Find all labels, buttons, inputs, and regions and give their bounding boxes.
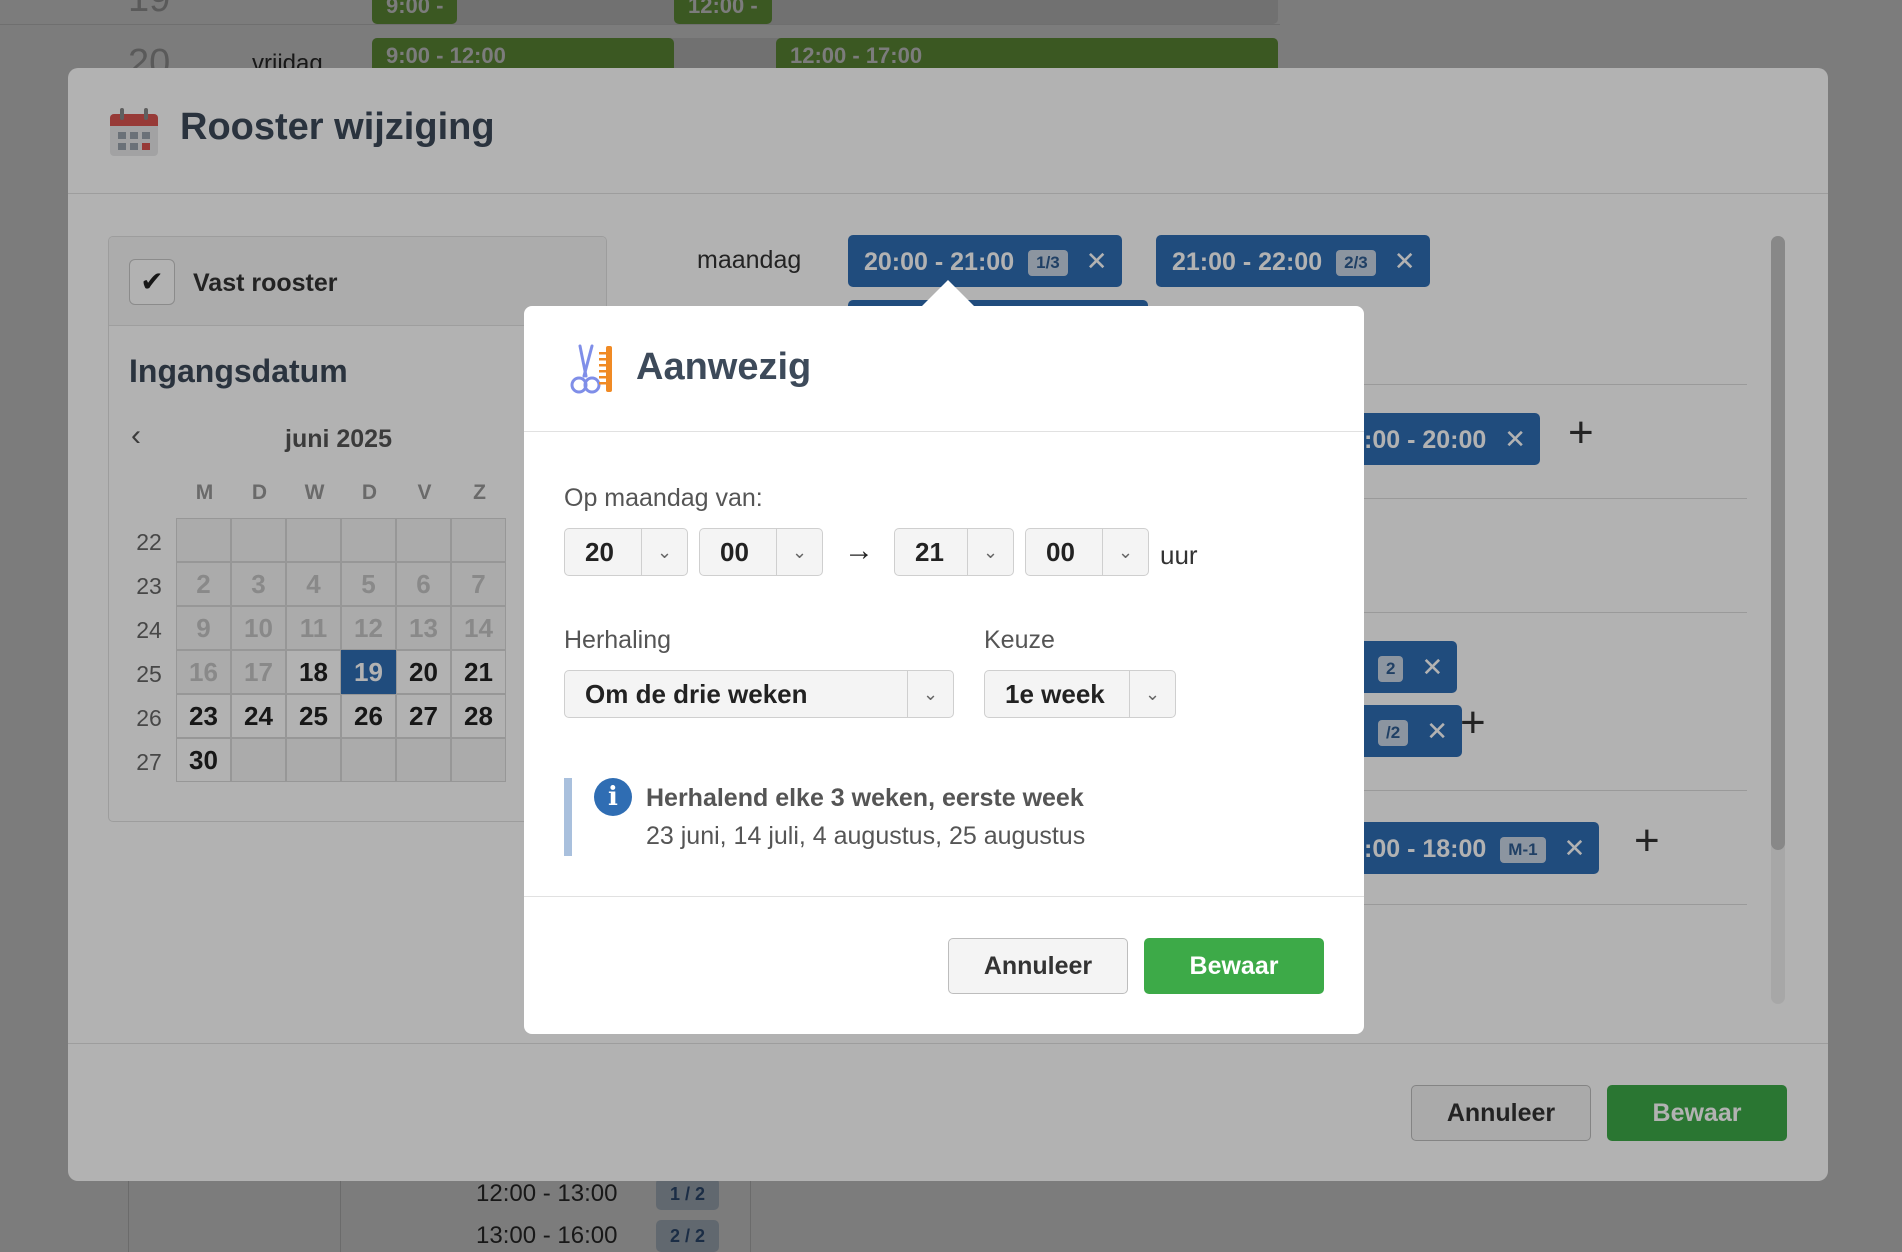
chevron-down-icon: ⌄ bbox=[1129, 671, 1175, 717]
repeat-select[interactable]: Om de drie weken ⌄ bbox=[564, 670, 954, 718]
popup-cancel-button[interactable]: Annuleer bbox=[948, 938, 1128, 994]
scissors-comb-icon bbox=[570, 344, 612, 394]
select-value: 20 bbox=[585, 537, 614, 567]
chevron-down-icon: ⌄ bbox=[776, 529, 822, 575]
popup-title: Aanwezig bbox=[636, 346, 812, 388]
select-value: 00 bbox=[1046, 537, 1075, 567]
end-minute-select[interactable]: 00 ⌄ bbox=[1025, 528, 1149, 576]
repeat-label: Herhaling bbox=[564, 626, 672, 654]
repeat-info-box: i Herhalend elke 3 weken, eerste week 23… bbox=[564, 778, 1304, 856]
info-title: Herhalend elke 3 weken, eerste week bbox=[646, 784, 1084, 812]
select-value: Om de drie weken bbox=[585, 679, 808, 709]
from-label: Op maandag van: bbox=[564, 484, 763, 512]
select-value: 21 bbox=[915, 537, 944, 567]
attendance-popup: Aanwezig Op maandag van: 20 ⌄ 00 ⌄ → 21 … bbox=[524, 280, 1364, 1034]
popup-pointer bbox=[922, 280, 974, 306]
popup-save-button[interactable]: Bewaar bbox=[1144, 938, 1324, 994]
select-value: 1e week bbox=[1005, 679, 1105, 709]
start-minute-select[interactable]: 00 ⌄ bbox=[699, 528, 823, 576]
unit-label: uur bbox=[1160, 540, 1198, 570]
select-value: 00 bbox=[720, 537, 749, 567]
choice-select[interactable]: 1e week ⌄ bbox=[984, 670, 1176, 718]
start-hour-select[interactable]: 20 ⌄ bbox=[564, 528, 688, 576]
chevron-down-icon: ⌄ bbox=[967, 529, 1013, 575]
choice-label: Keuze bbox=[984, 626, 1055, 654]
arrow-right-icon: → bbox=[844, 534, 874, 567]
popup-header: Aanwezig bbox=[524, 306, 1364, 432]
info-dates: 23 juni, 14 juli, 4 augustus, 25 augustu… bbox=[646, 822, 1086, 850]
info-icon: i bbox=[594, 778, 632, 816]
chevron-down-icon: ⌄ bbox=[641, 529, 687, 575]
chevron-down-icon: ⌄ bbox=[1102, 529, 1148, 575]
chevron-down-icon: ⌄ bbox=[907, 671, 953, 717]
popup-footer-divider bbox=[524, 896, 1364, 897]
end-hour-select[interactable]: 21 ⌄ bbox=[894, 528, 1014, 576]
